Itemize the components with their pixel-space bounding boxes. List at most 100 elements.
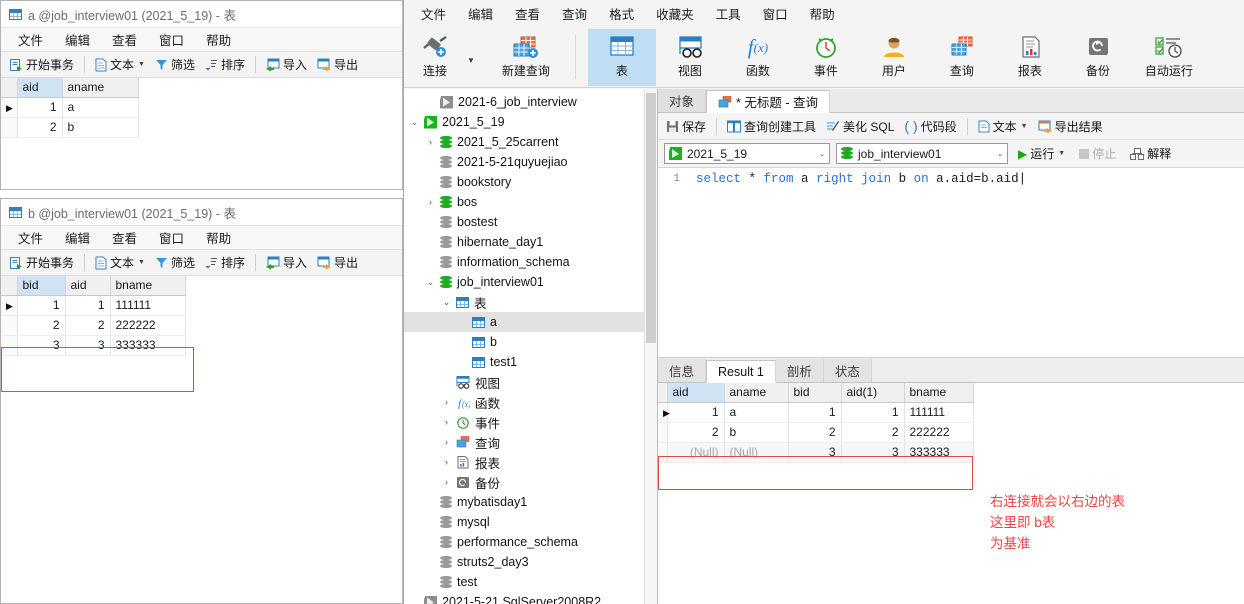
tree-item-bookstory[interactable]: bookstory	[404, 172, 657, 192]
connect-dropdown-chevron-icon[interactable]: ▼	[467, 56, 475, 65]
ribbon-button-table[interactable]: 表	[587, 28, 656, 86]
result-cell-bname[interactable]: 111111	[904, 402, 974, 423]
menu-item-file[interactable]: 文件	[410, 2, 457, 25]
tree-item-bostest[interactable]: bostest	[404, 212, 657, 232]
result-column-aname[interactable]: aname	[724, 383, 789, 403]
tree-item-struts2_day3[interactable]: struts2_day3	[404, 552, 657, 572]
ribbon-button-function[interactable]: f (x) 函数	[724, 35, 792, 79]
code-snippet-button[interactable]: ( ) 代码段	[900, 116, 960, 137]
menu-item-tools[interactable]: 工具	[705, 2, 752, 25]
result-cell-aname[interactable]: a	[724, 402, 789, 423]
result-cell-aid1[interactable]: 2	[841, 422, 905, 443]
chevron-right-icon[interactable]: ›	[426, 197, 435, 207]
begin-transaction-button-a[interactable]: 开始事务	[5, 54, 78, 75]
editor-content[interactable]: select * from a right join b on a.aid=b.…	[686, 168, 1244, 357]
table-row[interactable]: 2 b	[1, 117, 139, 138]
tree-item-表[interactable]: ⌄ 表	[404, 292, 657, 312]
text-button-b[interactable]: 文本 ▼	[91, 252, 149, 273]
tree-item-视图[interactable]: 视图	[404, 372, 657, 392]
ribbon-button-connect[interactable]: 连接	[404, 35, 466, 79]
result-cell-aname[interactable]: (Null)	[724, 442, 789, 463]
window-table-b[interactable]: b @job_interview01 (2021_5_19) - 表 文件 编辑…	[0, 198, 403, 604]
table-row[interactable]: 2 2 222222	[1, 315, 186, 336]
save-button[interactable]: 保存	[662, 116, 710, 137]
menu-item-query[interactable]: 查询	[551, 2, 598, 25]
chevron-down-icon[interactable]: ⌄	[997, 150, 1003, 158]
sql-line-1[interactable]: select * from a right join b on a.aid=b.…	[696, 172, 1244, 186]
chevron-right-icon[interactable]: ›	[442, 477, 451, 487]
result-cell-bname[interactable]: 333333	[904, 442, 974, 463]
table-row[interactable]: ▶ 1 1 111111	[1, 295, 186, 316]
cell-aid[interactable]: 3	[65, 335, 111, 356]
filter-button-b[interactable]: 筛选	[151, 252, 199, 273]
menu-item-edit-a[interactable]: 编辑	[54, 28, 101, 51]
filter-button-a[interactable]: 筛选	[151, 54, 199, 75]
table-row[interactable]: ▶ 1 a	[1, 97, 139, 118]
result-column-bid[interactable]: bid	[788, 383, 842, 403]
tab-result-1[interactable]: Result 1	[706, 360, 776, 383]
menu-item-help-a[interactable]: 帮助	[195, 28, 242, 51]
menu-item-view[interactable]: 查看	[504, 2, 551, 25]
tree-item-2021-6_job_interview[interactable]: 2021-6_job_interview	[404, 92, 657, 112]
table-row[interactable]: 3 3 333333	[1, 335, 186, 356]
tab-untitled-query[interactable]: * 无标题 - 查询	[706, 90, 830, 113]
sort-button-b[interactable]: 排序	[201, 252, 249, 273]
cell-aname[interactable]: b	[62, 117, 139, 138]
result-cell-aid1[interactable]: 1	[841, 402, 905, 423]
grid-container-b[interactable]: bid aid bname ▶ 1 1 111111 2 2 222222 3 …	[1, 276, 402, 356]
result-cell-aid[interactable]: 2	[667, 422, 725, 443]
result-cell-bname[interactable]: 222222	[904, 422, 974, 443]
chevron-down-icon[interactable]: ⌄	[819, 150, 825, 158]
cell-bname[interactable]: 222222	[110, 315, 186, 336]
tree-scrollbar-thumb[interactable]	[646, 93, 656, 343]
result-column-aid1[interactable]: aid(1)	[841, 383, 905, 403]
tree-item-事件[interactable]: › 事件	[404, 412, 657, 432]
menu-item-window[interactable]: 窗口	[752, 2, 799, 25]
table-row[interactable]: ▶ 1 a 1 1 111111	[658, 402, 974, 423]
text-button-query[interactable]: 文本 ▼	[974, 116, 1032, 137]
ribbon-button-new-query[interactable]: 新建查询	[489, 35, 563, 79]
cell-bname[interactable]: 333333	[110, 335, 186, 356]
tree-item-查询[interactable]: › 查询	[404, 432, 657, 452]
ribbon-button-view[interactable]: 视图	[656, 35, 724, 79]
chevron-down-icon[interactable]: ⌄	[426, 277, 435, 288]
chevron-down-icon[interactable]: ▼	[1058, 150, 1065, 157]
column-header-bname[interactable]: bname	[110, 276, 186, 296]
tab-status[interactable]: 状态	[823, 359, 872, 382]
database-select[interactable]: job_interview01 ⌄	[836, 143, 1008, 164]
tree-item-a[interactable]: a	[404, 312, 657, 332]
table-row[interactable]: (Null) (Null) 3 3 333333	[658, 442, 974, 463]
ribbon-button-user[interactable]: 用户	[860, 35, 928, 79]
chevron-down-icon[interactable]: ▼	[1021, 123, 1028, 130]
query-builder-button[interactable]: 查询创建工具	[723, 116, 820, 137]
sort-button-a[interactable]: 排序	[201, 54, 249, 75]
tree-item-函数[interactable]: › f(x) 函数	[404, 392, 657, 412]
tree-scrollbar[interactable]	[644, 89, 657, 604]
result-cell-bid[interactable]: 2	[788, 422, 842, 443]
text-button-a[interactable]: 文本 ▼	[91, 54, 149, 75]
export-button-a[interactable]: 导出	[313, 54, 362, 75]
result-cell-aname[interactable]: b	[724, 422, 789, 443]
cell-bid[interactable]: 1	[17, 295, 66, 316]
grid-container-a[interactable]: aid aname ▶ 1 a 2 b	[1, 78, 402, 138]
ribbon-button-backup[interactable]: 备份	[1064, 35, 1132, 79]
tree-item-performance_schema[interactable]: performance_schema	[404, 532, 657, 552]
tree-item-test1[interactable]: test1	[404, 352, 657, 372]
window-table-a[interactable]: a @job_interview01 (2021_5_19) - 表 文件 编辑…	[0, 0, 403, 190]
menu-item-favorites[interactable]: 收藏夹	[645, 2, 705, 25]
table-row[interactable]: 2 b 2 2 222222	[658, 422, 974, 443]
menu-item-window-a[interactable]: 窗口	[148, 28, 195, 51]
import-button-a[interactable]: 导入	[262, 54, 311, 75]
chevron-down-icon[interactable]: ▼	[138, 259, 145, 266]
tree-item-hibernate_day1[interactable]: hibernate_day1	[404, 232, 657, 252]
sql-editor[interactable]: 1 select * from a right join b on a.aid=…	[658, 168, 1244, 358]
cell-bid[interactable]: 3	[17, 335, 66, 356]
menu-item-edit[interactable]: 编辑	[457, 2, 504, 25]
chevron-down-icon[interactable]: ▼	[138, 61, 145, 68]
tree-item-报表[interactable]: › 报表	[404, 452, 657, 472]
result-grid-container[interactable]: aid aname bid aid(1) bname ▶ 1 a 1 1 111…	[658, 383, 1244, 604]
navigation-tree[interactable]: 2021-6_job_interview ⌄ 2021_5_19 › 2021_5_25…	[404, 89, 658, 604]
begin-transaction-button-b[interactable]: 开始事务	[5, 252, 78, 273]
tree-item-mybatisday1[interactable]: mybatisday1	[404, 492, 657, 512]
menu-item-window-b[interactable]: 窗口	[148, 226, 195, 249]
